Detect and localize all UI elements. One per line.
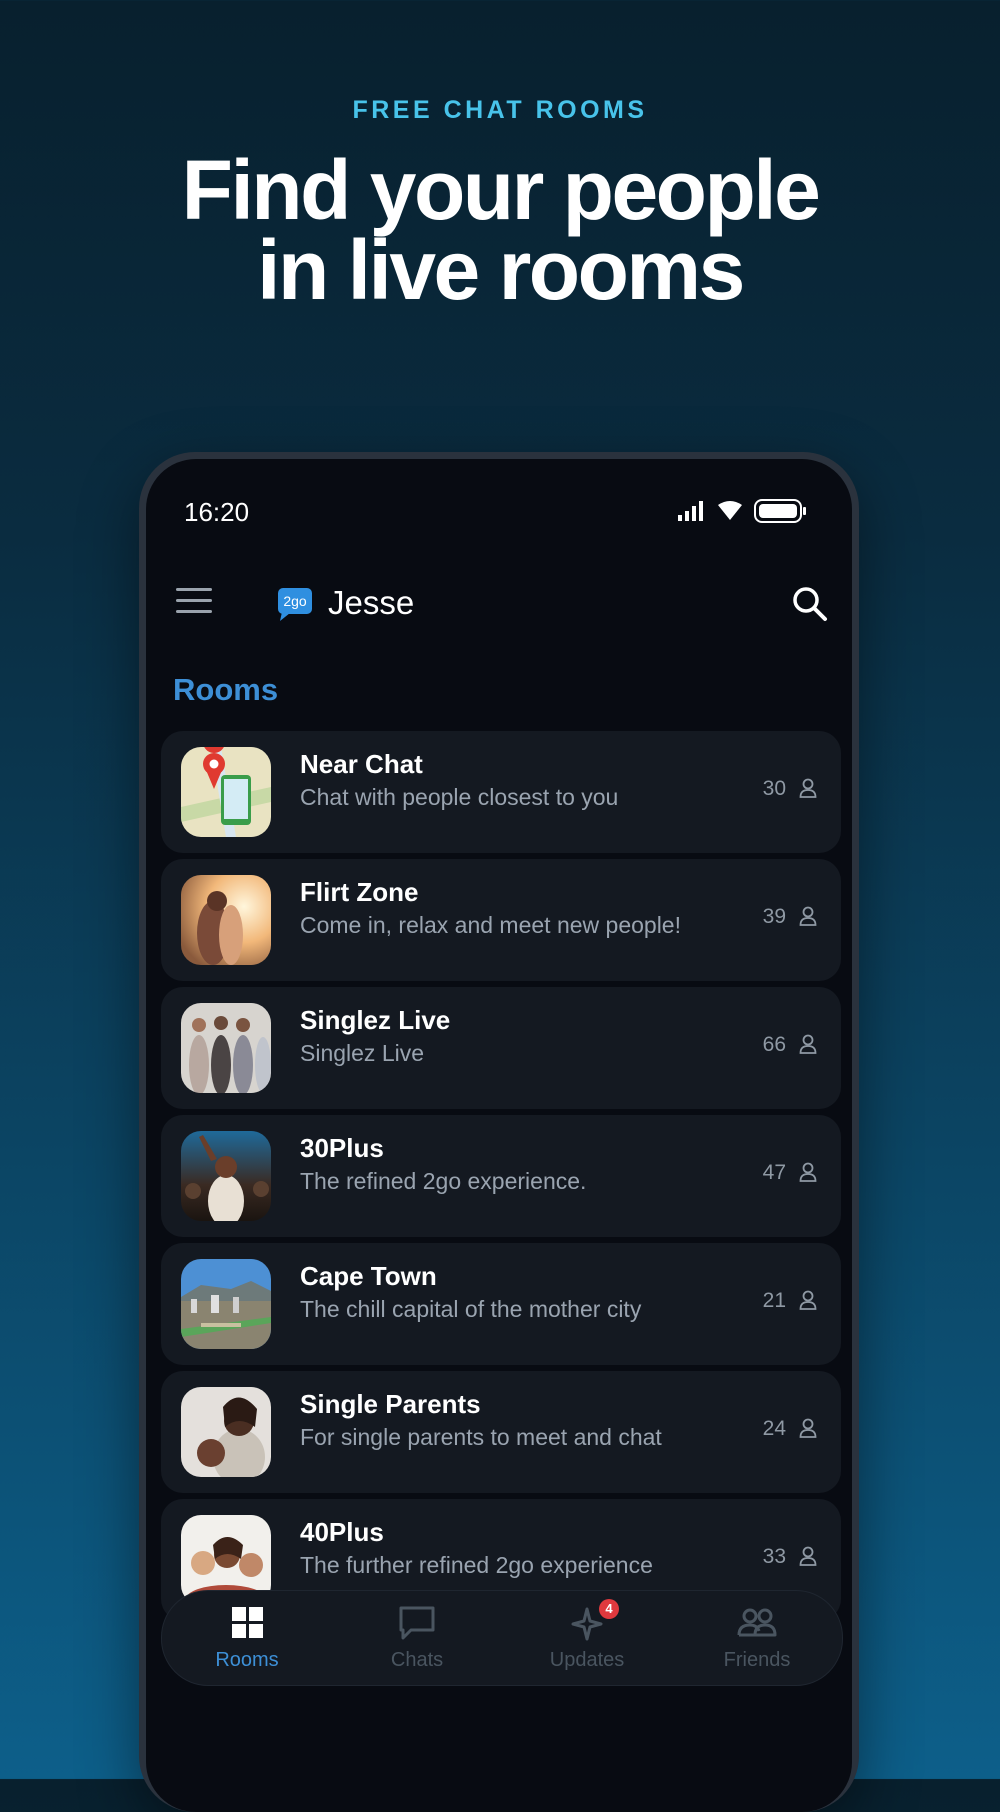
party-photo-icon bbox=[181, 1131, 271, 1221]
person-icon bbox=[799, 1034, 817, 1054]
room-member-count: 66 bbox=[762, 1033, 786, 1056]
room-description: Singlez Live bbox=[300, 1040, 425, 1066]
friends-icon bbox=[737, 1608, 777, 1637]
room-description: The refined 2go experience. bbox=[300, 1168, 587, 1194]
promo-eyebrow: FREE CHAT ROOMS bbox=[352, 96, 648, 124]
status-icons bbox=[678, 499, 808, 523]
room-card-30plus[interactable]: 30Plus The refined 2go experience. 47 bbox=[161, 1115, 841, 1237]
person-icon bbox=[799, 1546, 817, 1566]
room-member-count: 24 bbox=[762, 1417, 786, 1440]
signal-icon bbox=[678, 501, 703, 521]
room-member-count: 33 bbox=[762, 1545, 786, 1568]
section-title-rooms: Rooms bbox=[173, 672, 279, 707]
status-time: 16:20 bbox=[184, 497, 250, 527]
room-thumbnail bbox=[181, 747, 271, 837]
room-description: The further refined 2go experience bbox=[300, 1552, 653, 1578]
person-icon bbox=[799, 1418, 817, 1438]
room-thumbnail bbox=[181, 1003, 271, 1093]
tab-label: Friends bbox=[723, 1649, 791, 1671]
room-card-cape-town[interactable]: Cape Town The chill capital of the mothe… bbox=[161, 1243, 841, 1365]
headline-line-2: in live rooms bbox=[257, 223, 745, 317]
room-card-flirt-zone[interactable]: Flirt Zone Come in, relax and meet new p… bbox=[161, 859, 841, 981]
map-pin-icon bbox=[181, 747, 271, 837]
room-name: Singlez Live bbox=[300, 1005, 451, 1035]
room-member-count: 21 bbox=[762, 1289, 786, 1312]
parent-photo-icon bbox=[181, 1387, 271, 1477]
app-logo-text: 2go bbox=[283, 593, 307, 609]
phone-screen: 16:20 2go Jesse Rooms Near Chat Chat wit… bbox=[146, 459, 852, 1812]
person-icon bbox=[799, 778, 817, 798]
person-icon bbox=[799, 1162, 817, 1182]
room-list: Near Chat Chat with people closest to yo… bbox=[161, 731, 841, 1627]
tab-chats[interactable]: Chats bbox=[332, 1591, 502, 1685]
person-icon bbox=[799, 906, 817, 926]
tab-label: Chats bbox=[390, 1649, 444, 1671]
headline-line-1: Find your people bbox=[181, 143, 821, 237]
app-logo-icon: 2go bbox=[278, 588, 312, 621]
room-name: Single Parents bbox=[300, 1389, 481, 1419]
room-name: 40Plus bbox=[300, 1517, 384, 1547]
battery-icon bbox=[754, 499, 806, 523]
city-photo-icon bbox=[181, 1259, 271, 1349]
promo-headline: Find your people in live rooms bbox=[0, 143, 1000, 317]
room-name: Cape Town bbox=[300, 1261, 437, 1291]
room-description: The chill capital of the mother city bbox=[300, 1296, 642, 1322]
room-card-near-chat[interactable]: Near Chat Chat with people closest to yo… bbox=[161, 731, 841, 853]
bottom-nav: Rooms Chats 4 Updates Friends bbox=[161, 1590, 843, 1686]
room-name: Flirt Zone bbox=[300, 877, 419, 907]
tab-friends[interactable]: Friends bbox=[672, 1591, 842, 1685]
room-thumbnail bbox=[181, 1387, 271, 1477]
room-description: For single parents to meet and chat bbox=[300, 1424, 662, 1450]
person-icon bbox=[799, 1290, 817, 1310]
tab-label: Rooms bbox=[215, 1649, 279, 1671]
tab-rooms[interactable]: Rooms bbox=[162, 1591, 332, 1685]
user-name: Jesse bbox=[328, 584, 415, 621]
room-thumbnail bbox=[181, 1131, 271, 1221]
wifi-icon bbox=[718, 501, 742, 520]
hamburger-menu-icon[interactable] bbox=[176, 588, 212, 618]
room-member-count: 39 bbox=[762, 905, 786, 928]
room-name: 30Plus bbox=[300, 1133, 384, 1163]
grid-icon bbox=[232, 1607, 263, 1638]
room-member-count: 30 bbox=[762, 777, 786, 800]
tab-label: Updates bbox=[549, 1649, 625, 1671]
search-icon[interactable] bbox=[790, 584, 830, 624]
room-thumbnail bbox=[181, 1259, 271, 1349]
app-header: 2go Jesse bbox=[146, 574, 852, 634]
room-thumbnail bbox=[181, 875, 271, 965]
room-card-single-parents[interactable]: Single Parents For single parents to mee… bbox=[161, 1371, 841, 1493]
notification-badge: 4 bbox=[599, 1599, 619, 1619]
chat-bubble-icon bbox=[399, 1606, 435, 1640]
phone-frame: 16:20 2go Jesse Rooms Near Chat Chat wit… bbox=[139, 452, 859, 1812]
room-card-singlez-live[interactable]: Singlez Live Singlez Live 66 bbox=[161, 987, 841, 1109]
room-name: Near Chat bbox=[300, 749, 423, 779]
room-member-count: 47 bbox=[762, 1161, 786, 1184]
couple-photo-icon bbox=[181, 875, 271, 965]
room-description: Chat with people closest to you bbox=[300, 784, 619, 810]
group-photo-icon bbox=[181, 1003, 271, 1093]
tab-updates[interactable]: 4 Updates bbox=[502, 1591, 672, 1685]
room-description: Come in, relax and meet new people! bbox=[300, 912, 681, 938]
